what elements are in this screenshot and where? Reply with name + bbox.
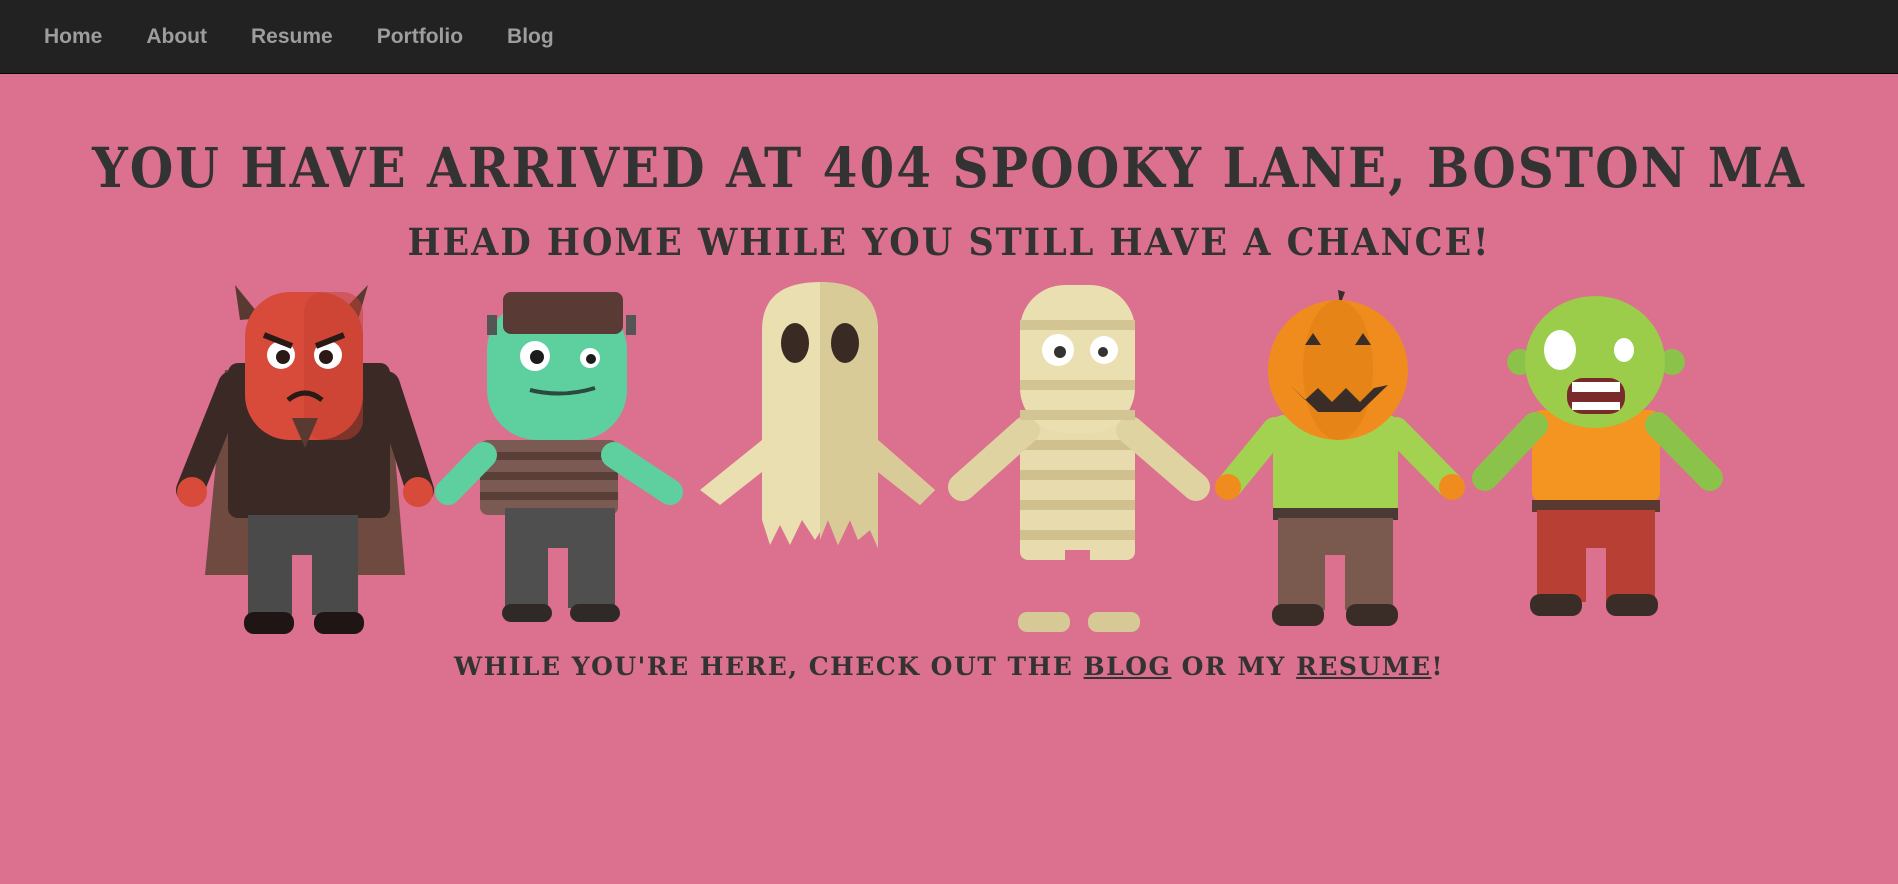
footer-message: WHILE YOU'RE HERE, CHECK OUT THE BLOG OR… bbox=[0, 652, 1898, 681]
mummy-character bbox=[948, 285, 1210, 632]
devil-character bbox=[176, 285, 434, 634]
nav-portfolio-link[interactable]: Portfolio bbox=[355, 25, 485, 49]
page-title: YOU HAVE ARRIVED AT 404 SPOOKY LANE, BOS… bbox=[92, 135, 1806, 200]
footer-suffix: ! bbox=[1431, 652, 1444, 681]
footer-prefix: WHILE YOU'RE HERE, CHECK OUT THE bbox=[454, 652, 1084, 681]
nav-blog-link[interactable]: Blog bbox=[485, 25, 576, 49]
frankenstein-character bbox=[435, 292, 683, 622]
nav-about-link[interactable]: About bbox=[124, 25, 229, 49]
nav-home-link[interactable]: Home bbox=[22, 25, 124, 49]
zombie-character bbox=[1472, 296, 1723, 616]
monsters-illustration bbox=[176, 282, 1723, 634]
blog-link[interactable]: BLOG bbox=[1084, 652, 1172, 681]
ghost-character bbox=[700, 282, 935, 548]
nav-resume-link[interactable]: Resume bbox=[229, 25, 355, 49]
pumpkin-character bbox=[1215, 290, 1465, 626]
top-navbar: Home About Resume Portfolio Blog bbox=[0, 0, 1898, 74]
page-subtitle: HEAD HOME WHILE YOU STILL HAVE A CHANCE! bbox=[407, 220, 1491, 265]
footer-middle: OR MY bbox=[1171, 652, 1297, 681]
resume-link[interactable]: RESUME bbox=[1296, 652, 1431, 681]
